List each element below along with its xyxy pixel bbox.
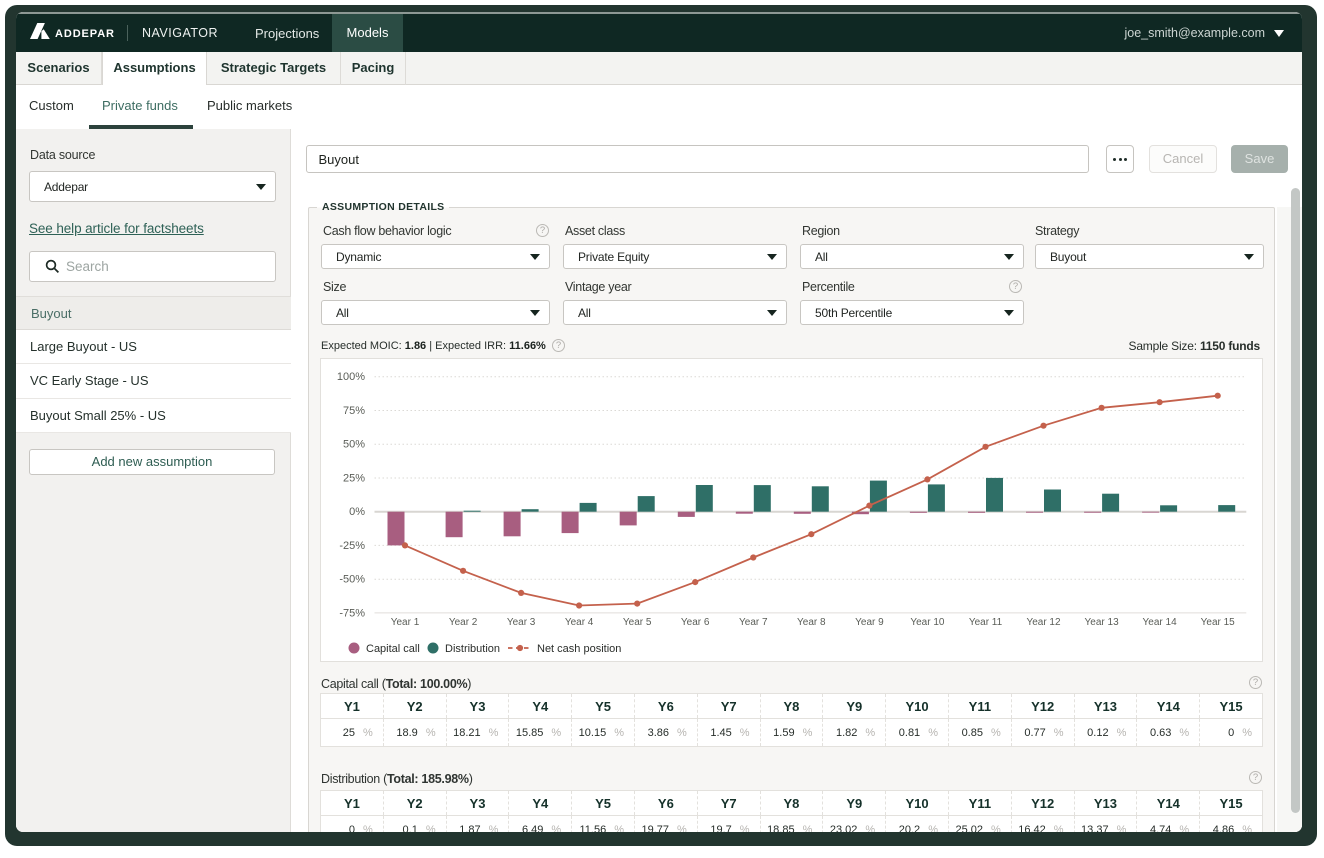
svg-text:Year 14: Year 14 — [1143, 617, 1178, 628]
svg-text:0%: 0% — [349, 506, 365, 518]
svg-text:Distribution: Distribution — [445, 643, 500, 655]
svg-text:-50%: -50% — [339, 574, 365, 586]
svg-text:Year 12: Year 12 — [1026, 617, 1061, 628]
svg-text:Year 5: Year 5 — [623, 617, 652, 628]
svg-text:Year 3: Year 3 — [507, 617, 536, 628]
svg-text:Capital call: Capital call — [366, 643, 420, 655]
svg-text:Year 9: Year 9 — [855, 617, 884, 628]
svg-text:-25%: -25% — [339, 540, 365, 552]
svg-text:-75%: -75% — [339, 607, 365, 619]
svg-text:Year 15: Year 15 — [1201, 617, 1236, 628]
svg-text:Year 8: Year 8 — [797, 617, 826, 628]
svg-text:Year 10: Year 10 — [910, 617, 945, 628]
svg-text:Year 13: Year 13 — [1085, 617, 1120, 628]
svg-text:50%: 50% — [343, 439, 365, 451]
svg-text:75%: 75% — [343, 405, 365, 417]
svg-text:100%: 100% — [337, 371, 365, 383]
svg-text:Year 4: Year 4 — [565, 617, 594, 628]
svg-text:Year 7: Year 7 — [739, 617, 768, 628]
svg-text:Year 1: Year 1 — [391, 617, 420, 628]
svg-text:Year 6: Year 6 — [681, 617, 710, 628]
svg-text:Net cash position: Net cash position — [537, 643, 621, 655]
svg-text:25%: 25% — [343, 473, 365, 485]
svg-text:Year 11: Year 11 — [969, 617, 1003, 628]
svg-text:Year 2: Year 2 — [449, 617, 478, 628]
